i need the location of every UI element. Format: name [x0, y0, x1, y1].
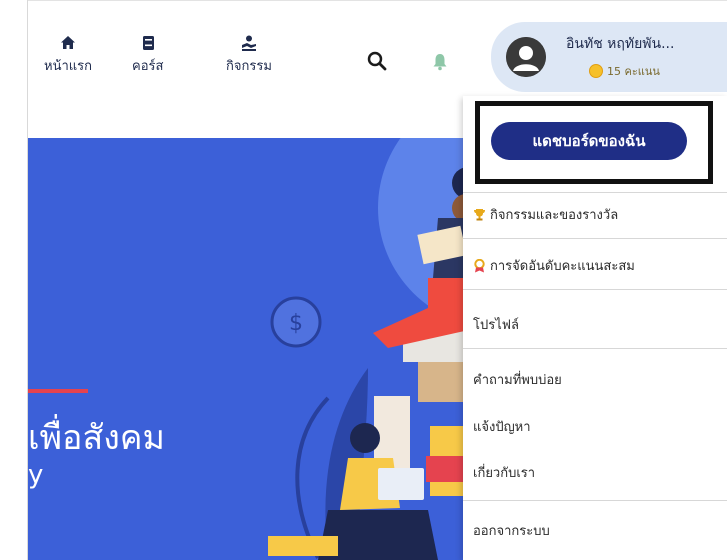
menu-item-label: แจ้งปัญหา [473, 420, 531, 435]
search-button[interactable] [367, 51, 387, 75]
menu-divider [463, 238, 727, 239]
nav-home[interactable]: หน้าแรก [44, 35, 92, 76]
user-name: อินทัช หฤทัยพัน... [566, 36, 675, 52]
menu-divider [463, 500, 727, 501]
svg-text:$: $ [289, 311, 303, 336]
my-dashboard-button[interactable]: แดชบอร์ดของฉัน [491, 122, 687, 160]
menu-divider [463, 289, 727, 290]
menu-item-report-issue[interactable]: แจ้งปัญหา [473, 416, 531, 437]
menu-divider [463, 348, 727, 349]
hero-subtitle: y [28, 460, 44, 490]
hero-title: เพื่อสังคม [28, 418, 165, 458]
book-icon [142, 36, 154, 50]
trophy-icon [474, 209, 485, 221]
menu-item-label: เกี่ยวกับเรา [473, 466, 536, 481]
menu-item-label: ออกจากระบบ [473, 524, 550, 539]
user-dropdown-menu: แดชบอร์ดของฉัน กิจกรรมและของรางวัล การจั… [463, 96, 727, 560]
activity-icon [241, 35, 256, 51]
nav-courses[interactable]: คอร์ส [132, 35, 163, 76]
menu-item-logout[interactable]: ออกจากระบบ [473, 520, 550, 541]
menu-divider [463, 192, 727, 193]
menu-item-label: กิจกรรมและของรางวัล [490, 208, 619, 223]
menu-item-label: โปรไฟล์ [473, 318, 519, 333]
nav-courses-label: คอร์ส [132, 59, 164, 74]
menu-item-label: คำถามที่พบบ่อย [473, 373, 562, 388]
hero-accent-line [28, 389, 88, 393]
avatar [506, 37, 546, 77]
user-menu-toggle[interactable]: อินทัช หฤทัยพัน... 15 คะแนน [491, 22, 727, 92]
menu-item-profile[interactable]: โปรไฟล์ [473, 314, 519, 335]
home-icon [61, 36, 75, 49]
coin-icon [589, 64, 603, 78]
nav-home-label: หน้าแรก [44, 59, 92, 74]
menu-item-ranking[interactable]: การจัดอันดับคะแนนสะสม [473, 255, 635, 276]
nav-activities[interactable]: กิจกรรม [226, 35, 272, 76]
bell-icon [433, 54, 447, 71]
menu-item-label: การจัดอันดับคะแนนสะสม [490, 259, 635, 274]
search-icon [367, 51, 387, 71]
menu-item-activities-rewards[interactable]: กิจกรรมและของรางวัล [473, 204, 618, 225]
ranking-icon [474, 258, 485, 272]
menu-item-faq[interactable]: คำถามที่พบบ่อย [473, 369, 562, 390]
avatar-icon [506, 37, 546, 77]
menu-item-about[interactable]: เกี่ยวกับเรา [473, 462, 535, 483]
user-points: 15 คะแนน [607, 65, 660, 78]
nav-activities-label: กิจกรรม [226, 59, 272, 74]
notification-button[interactable] [432, 53, 448, 75]
